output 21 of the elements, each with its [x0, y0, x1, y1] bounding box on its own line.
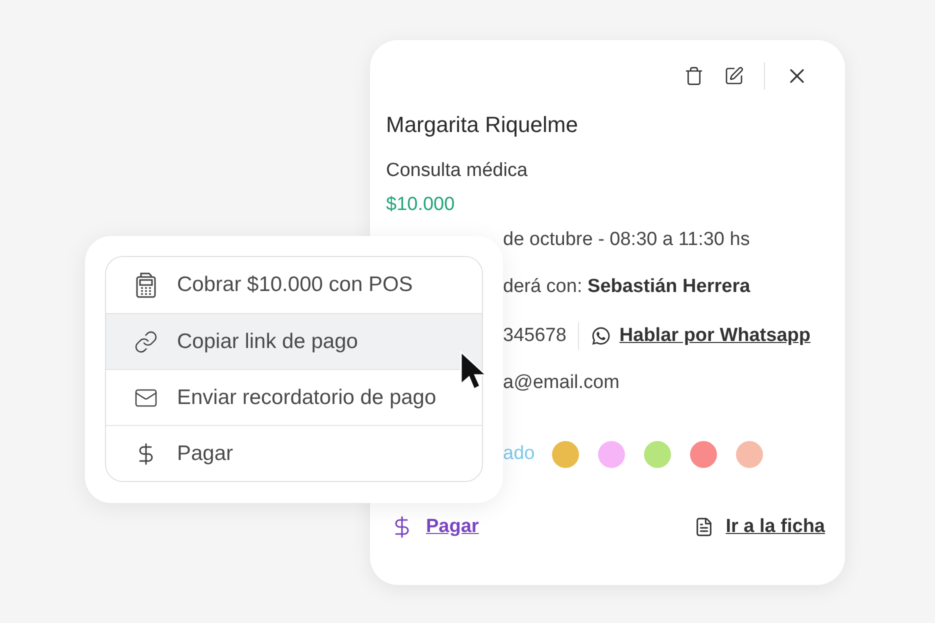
- phone-text: 345678: [503, 324, 566, 348]
- edit-icon: [724, 66, 744, 86]
- menu-item[interactable]: Copiar link de pago: [106, 313, 482, 369]
- link-icon: [134, 330, 158, 354]
- pay-link[interactable]: Pagar: [426, 512, 479, 541]
- menu-item[interactable]: Pagar: [106, 425, 482, 481]
- service-name: Consulta médica: [386, 159, 529, 183]
- document-icon: [694, 516, 714, 537]
- patient-name: Margarita Riquelme: [386, 111, 579, 139]
- trash-icon: [684, 66, 704, 86]
- whatsapp-link[interactable]: Hablar por Whatsapp: [619, 322, 810, 350]
- date-text: de octubre - 08:30 a 11:30 hs: [503, 228, 751, 252]
- delete-button[interactable]: [684, 66, 704, 86]
- pos-terminal-icon: [135, 272, 157, 298]
- price-text: $10.000: [386, 193, 456, 217]
- status-label: ado: [503, 442, 535, 466]
- professional-text: derá con: Sebastián Herrera: [503, 275, 752, 299]
- record-link[interactable]: Ir a la ficha: [726, 512, 825, 541]
- email-text: a@email.com: [503, 371, 620, 395]
- edit-button[interactable]: [724, 66, 744, 86]
- whatsapp-icon: [591, 326, 612, 346]
